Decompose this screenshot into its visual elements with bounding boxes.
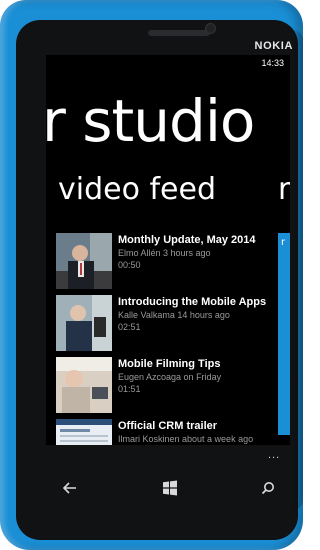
video-thumbnail <box>56 419 112 445</box>
video-item[interactable]: Monthly Update, May 2014 Elmo Allén 3 ho… <box>56 233 276 295</box>
video-author-time: Ilmari Koskinen about a week ago <box>118 434 254 444</box>
video-item[interactable]: Official CRM trailer Ilmari Koskinen abo… <box>56 419 276 445</box>
search-icon <box>261 482 274 495</box>
video-duration: 02:51 <box>118 322 141 332</box>
video-title: Introducing the Mobile Apps <box>118 296 267 308</box>
next-section-tile-letter: r <box>281 237 286 248</box>
video-author-time: Elmo Allén 3 hours ago <box>118 248 211 258</box>
panorama-header: r studio <box>46 81 290 161</box>
video-thumbnail <box>56 233 112 289</box>
video-author-time: Eugen Azcoaga on Friday <box>118 372 222 382</box>
next-section-tile[interactable]: r <box>278 233 290 435</box>
search-button[interactable] <box>258 478 278 498</box>
front-camera <box>206 24 215 33</box>
video-meta: Introducing the Mobile Apps Kalle Valkam… <box>118 295 278 333</box>
phone-body: NOKIA 14:33 r studio video feed r Monthl… <box>0 0 303 550</box>
video-meta: Official CRM trailer Ilmari Koskinen abo… <box>118 419 278 445</box>
video-thumbnail <box>56 295 112 351</box>
status-clock: 14:33 <box>261 58 284 68</box>
earpiece-speaker <box>148 30 210 36</box>
app-bar-more-button[interactable]: ... <box>268 449 280 461</box>
next-section-peek[interactable]: r <box>278 173 290 207</box>
back-arrow-icon <box>63 482 76 494</box>
video-thumbnail <box>56 357 112 413</box>
video-title: Mobile Filming Tips <box>118 358 221 370</box>
video-title: Monthly Update, May 2014 <box>118 234 256 246</box>
video-author-time: Kalle Valkama 14 hours ago <box>118 310 230 320</box>
video-list: Monthly Update, May 2014 Elmo Allén 3 ho… <box>56 233 276 445</box>
video-item[interactable]: Mobile Filming Tips Eugen Azcoaga on Fri… <box>56 357 276 419</box>
video-item[interactable]: Introducing the Mobile Apps Kalle Valkam… <box>56 295 276 357</box>
phone-screen[interactable]: 14:33 r studio video feed r Monthly Upda… <box>46 55 290 445</box>
section-title: video feed <box>58 172 216 207</box>
video-duration: 01:51 <box>118 384 141 394</box>
brand-logo: NOKIA <box>254 40 293 52</box>
panorama-title: r studio <box>46 87 255 155</box>
video-title: Official CRM trailer <box>118 420 218 432</box>
video-meta: Mobile Filming Tips Eugen Azcoaga on Fri… <box>118 357 278 395</box>
hardware-nav-bar <box>20 463 290 513</box>
back-button[interactable] <box>60 478 80 498</box>
windows-logo-icon <box>163 480 177 496</box>
start-button[interactable] <box>160 478 180 498</box>
video-duration: 00:50 <box>118 260 141 270</box>
video-meta: Monthly Update, May 2014 Elmo Allén 3 ho… <box>118 233 278 271</box>
